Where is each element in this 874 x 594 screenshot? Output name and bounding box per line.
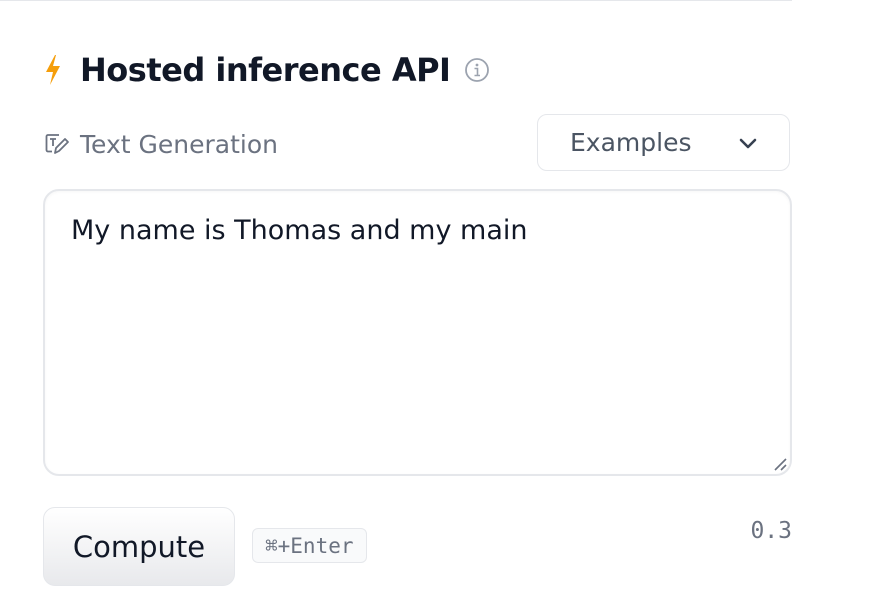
examples-dropdown[interactable]: Examples [537, 114, 790, 171]
task-type: Text Generation [44, 126, 278, 162]
chevron-down-icon [737, 132, 759, 154]
resize-handle-icon[interactable] [772, 456, 788, 472]
lightning-bolt-icon [42, 53, 64, 87]
status-value: 0.3 [750, 518, 792, 544]
compute-button[interactable]: Compute [43, 507, 235, 586]
keyboard-shortcut-badge: ⌘+Enter [252, 528, 367, 563]
task-label: Text Generation [80, 129, 278, 159]
widget-title: Hosted inference API [80, 51, 451, 89]
widget-header: Hosted inference API [42, 48, 490, 92]
examples-label: Examples [570, 128, 692, 157]
input-text: My name is Thomas and my main [71, 215, 528, 246]
text-generation-icon [44, 131, 70, 157]
input-textarea[interactable]: My name is Thomas and my main [43, 189, 792, 476]
top-divider [0, 0, 792, 1]
info-circle-icon[interactable] [464, 57, 490, 83]
